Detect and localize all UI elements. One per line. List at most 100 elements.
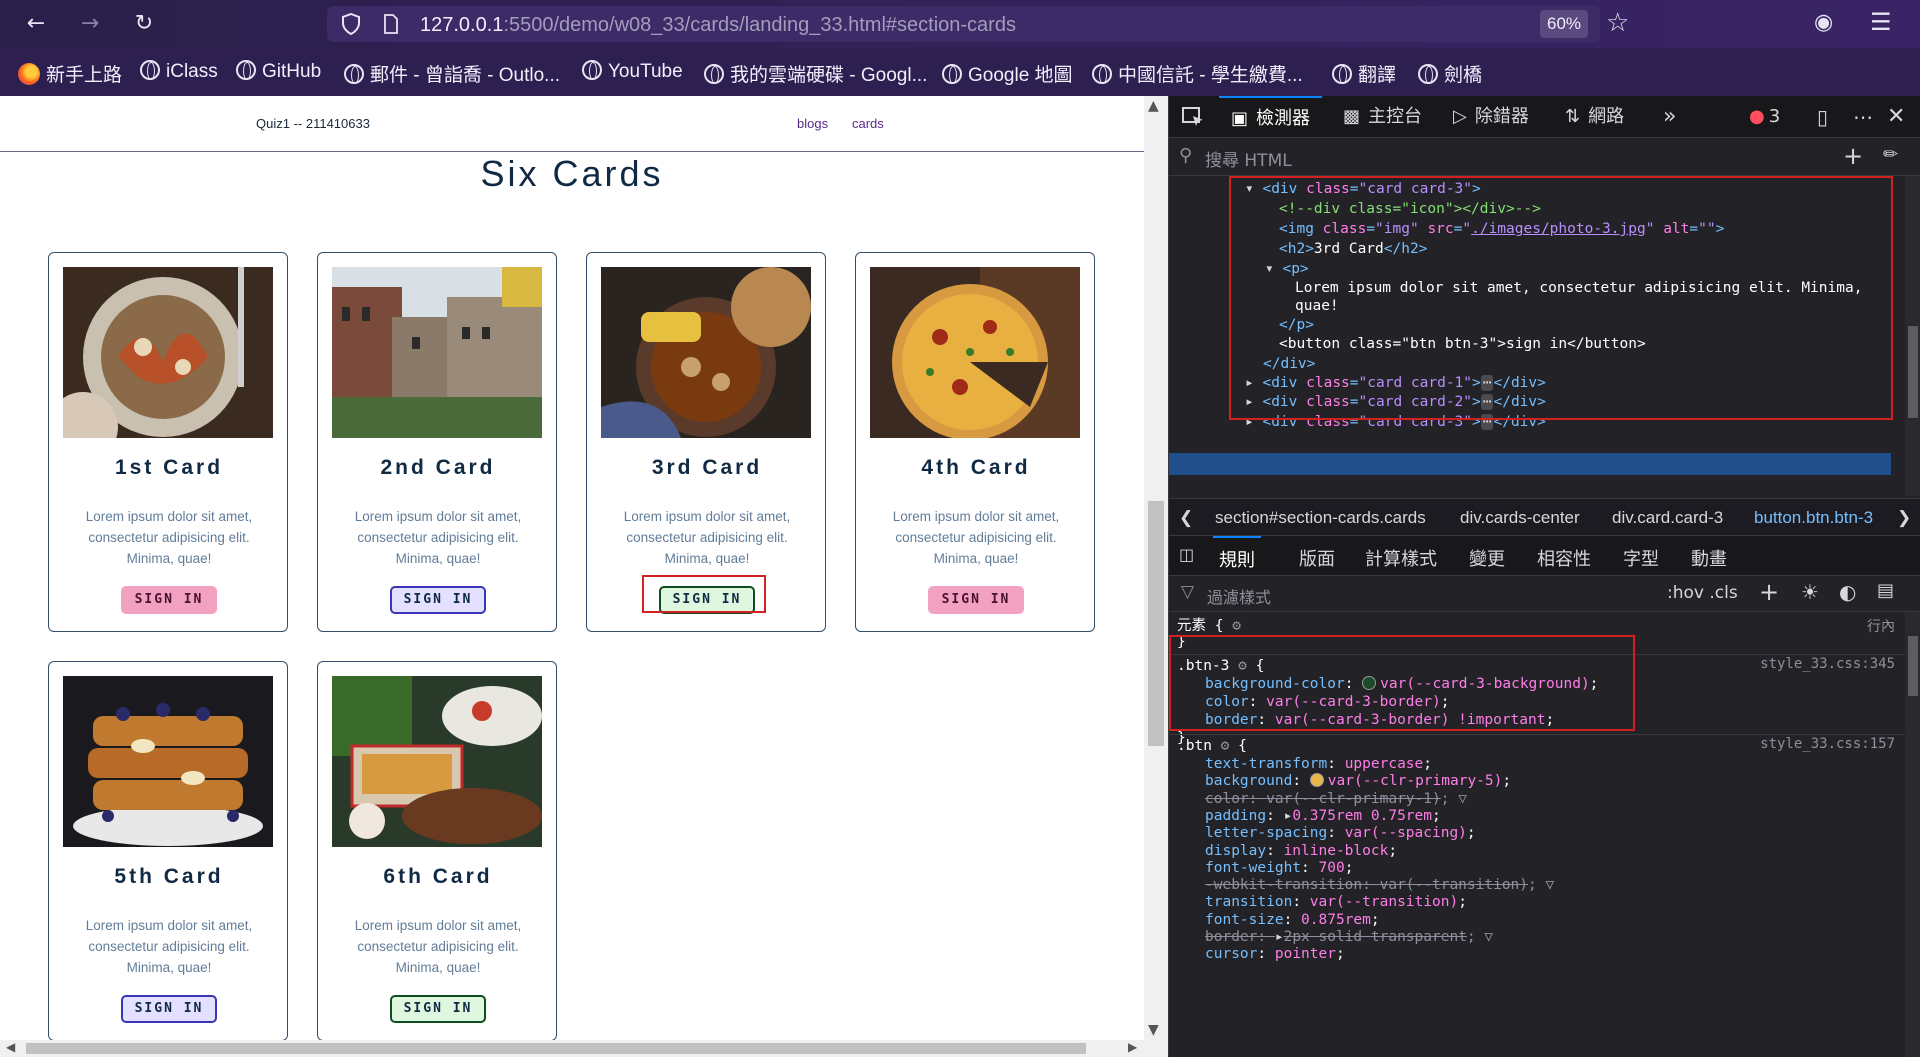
tab-rules[interactable]: 規則 [1213,536,1261,576]
breadcrumb-item[interactable]: div.cards-center [1460,508,1580,528]
breadcrumb-item[interactable]: section#section-cards.cards [1215,508,1426,528]
rules-scrollbar[interactable] [1905,612,1920,1057]
url-text[interactable]: 127.0.0.1:5500/demo/w08_33/cards/landing… [420,14,1016,37]
bookmark-item[interactable]: 劍橋 [1418,60,1482,86]
scroll-thumb[interactable] [1148,501,1164,746]
annotation-box [1169,635,1635,731]
bookmark-star-icon[interactable]: ☆ [1606,8,1629,38]
pocket-icon[interactable]: ◉ [1814,10,1833,35]
filter-input[interactable]: 過濾樣式 [1207,584,1271,608]
address-bar[interactable]: 127.0.0.1:5500/demo/w08_33/cards/landing… [327,6,1600,42]
rule-source-link[interactable]: style_33.css:345 [1760,656,1895,672]
globe-icon [1092,64,1112,84]
sign-in-button[interactable]: SIGN IN [390,995,486,1023]
eyedropper-icon[interactable]: ✏ [1883,144,1898,165]
sidebar-toggle-icon[interactable]: ◫ [1179,545,1194,564]
element-rule[interactable]: 元素 { ⚙ [1177,616,1241,636]
tab-changes[interactable]: 變更 [1469,545,1505,571]
nav-link-blogs[interactable]: blogs [797,116,828,131]
tab-debugger[interactable]: ▷ 除錯器 [1453,96,1529,138]
page-viewport: Quiz1 -- 211410633 blogs cards Six Cards… [0,96,1144,1040]
menu-icon[interactable]: ☰ [1870,8,1892,36]
scroll-right-icon[interactable]: ▶ [1128,1040,1137,1054]
bookmark-item[interactable]: YouTube [582,60,683,84]
scroll-left-icon[interactable]: ◀ [6,1040,15,1054]
print-media-icon[interactable]: ▤ [1877,580,1894,601]
light-theme-icon[interactable]: ☀ [1801,580,1819,604]
more-options-icon[interactable]: ⋯ [1853,96,1873,138]
tab-fonts[interactable]: 字型 [1623,545,1659,571]
bookmark-item[interactable]: 中國信託 - 學生繳費... [1092,60,1303,86]
bookmark-label: 郵件 - 曾詣喬 - Outlo... [370,65,561,86]
rule-declaration[interactable]: cursor: pointer; [1205,944,1345,964]
error-badge[interactable]: ● 3 [1749,96,1780,138]
zoom-level[interactable]: 60% [1540,10,1588,38]
page-horizontal-scrollbar[interactable]: ◀ ▶ [0,1040,1168,1057]
more-tabs-icon[interactable]: » [1663,96,1676,138]
add-rule-icon[interactable]: + [1759,578,1779,606]
tab-label: 檢測器 [1256,108,1311,129]
rule-source-link[interactable]: style_33.css:157 [1760,736,1895,752]
tab-inspector[interactable]: ▣ 檢測器 [1219,96,1323,138]
tab-label: 主控台 [1368,106,1423,127]
highlight-outline [642,575,766,613]
sign-in-button[interactable]: SIGN IN [121,995,217,1023]
close-icon[interactable]: ✕ [1887,96,1905,138]
sign-in-button[interactable]: SIGN IN [390,586,486,614]
dark-theme-icon[interactable]: ◐ [1839,580,1856,604]
back-icon[interactable]: ← [20,8,52,40]
breadcrumb-item[interactable]: div.card.card-3 [1612,508,1723,528]
annotation-box [1229,176,1893,420]
bookmark-item[interactable]: 新手上路 [18,60,122,86]
tree-scrollbar[interactable] [1905,176,1920,496]
filter-icon[interactable]: ▽ [1545,877,1554,893]
bookmark-item[interactable]: 我的雲端硬碟 - Googl... [704,60,927,86]
tab-animations[interactable]: 動畫 [1691,545,1727,571]
breadcrumb-forward-icon[interactable]: ❯ [1897,508,1911,528]
card-title: 2nd Card [380,456,496,479]
search-input[interactable]: 搜尋 HTML [1205,146,1292,171]
shield-icon[interactable] [341,13,361,35]
page-vertical-scrollbar[interactable]: ▲ ▼ [1144,96,1168,1040]
card: 1st Card Lorem ipsum dolor sit amet, cons… [48,252,288,632]
tab-label: 除錯器 [1474,106,1529,127]
reload-icon[interactable]: ↻ [128,8,160,40]
style-filter-bar[interactable]: ▽ 過濾樣式 :hov .cls + ☀ ◐ ▤ [1169,576,1920,612]
scroll-down-icon[interactable]: ▼ [1148,1022,1159,1038]
scroll-thumb[interactable] [1908,636,1918,696]
html-search-bar[interactable]: ⚲ 搜尋 HTML + ✏ [1169,138,1920,176]
bookmark-item[interactable]: iClass [140,60,218,84]
site-logo[interactable]: Quiz1 -- 211410633 [256,116,370,131]
sign-in-button[interactable]: SIGN IN [121,586,217,614]
pseudo-class-toggles[interactable]: :hov .cls [1667,583,1738,603]
tab-compatibility[interactable]: 相容性 [1537,545,1591,571]
scroll-thumb[interactable] [26,1043,1086,1054]
tab-console[interactable]: ▩ 主控台 [1343,96,1422,138]
css-rules-pane: 元素 { ⚙ 行內 } .btn-3 ⚙ { style_33.css:345 … [1169,612,1905,1057]
filter-icon[interactable]: ▽ [1484,929,1493,945]
bookmark-item[interactable]: Google 地圖 [942,60,1073,86]
breadcrumb-back-icon[interactable]: ❮ [1179,508,1193,528]
breadcrumb-item-active[interactable]: button.btn.btn-3 [1754,508,1873,528]
responsive-icon[interactable]: ▯ [1817,96,1828,138]
tab-network[interactable]: ⇅ 網路 [1565,96,1624,138]
card-text: Lorem ipsum dolor sit amet, consectetur … [85,509,253,566]
firefox-icon [18,63,40,85]
bookmark-item[interactable]: 翻譯 [1332,60,1396,86]
card: 4th Card Lorem ipsum dolor sit amet, cons… [855,252,1095,632]
scroll-thumb[interactable] [1908,326,1918,418]
tab-computed[interactable]: 計算樣式 [1365,545,1437,571]
scroll-up-icon[interactable]: ▲ [1148,98,1159,114]
forward-icon[interactable]: → [74,8,106,40]
sign-in-button[interactable]: SIGN IN [928,586,1024,614]
bookmark-item[interactable]: GitHub [236,60,321,84]
filter-icon[interactable]: ▽ [1458,791,1467,807]
color-swatch-icon[interactable] [1309,773,1324,788]
tab-layout[interactable]: 版面 [1299,545,1335,571]
bookmark-item[interactable]: 郵件 - 曾詣喬 - Outlo... [344,60,561,86]
nav-link-cards[interactable]: cards [852,116,884,131]
card-title: 4th Card [921,456,1031,479]
add-node-icon[interactable]: + [1843,142,1863,170]
rule-btn-selector[interactable]: .btn ⚙ { [1177,736,1247,756]
element-picker-icon[interactable] [1181,106,1205,128]
